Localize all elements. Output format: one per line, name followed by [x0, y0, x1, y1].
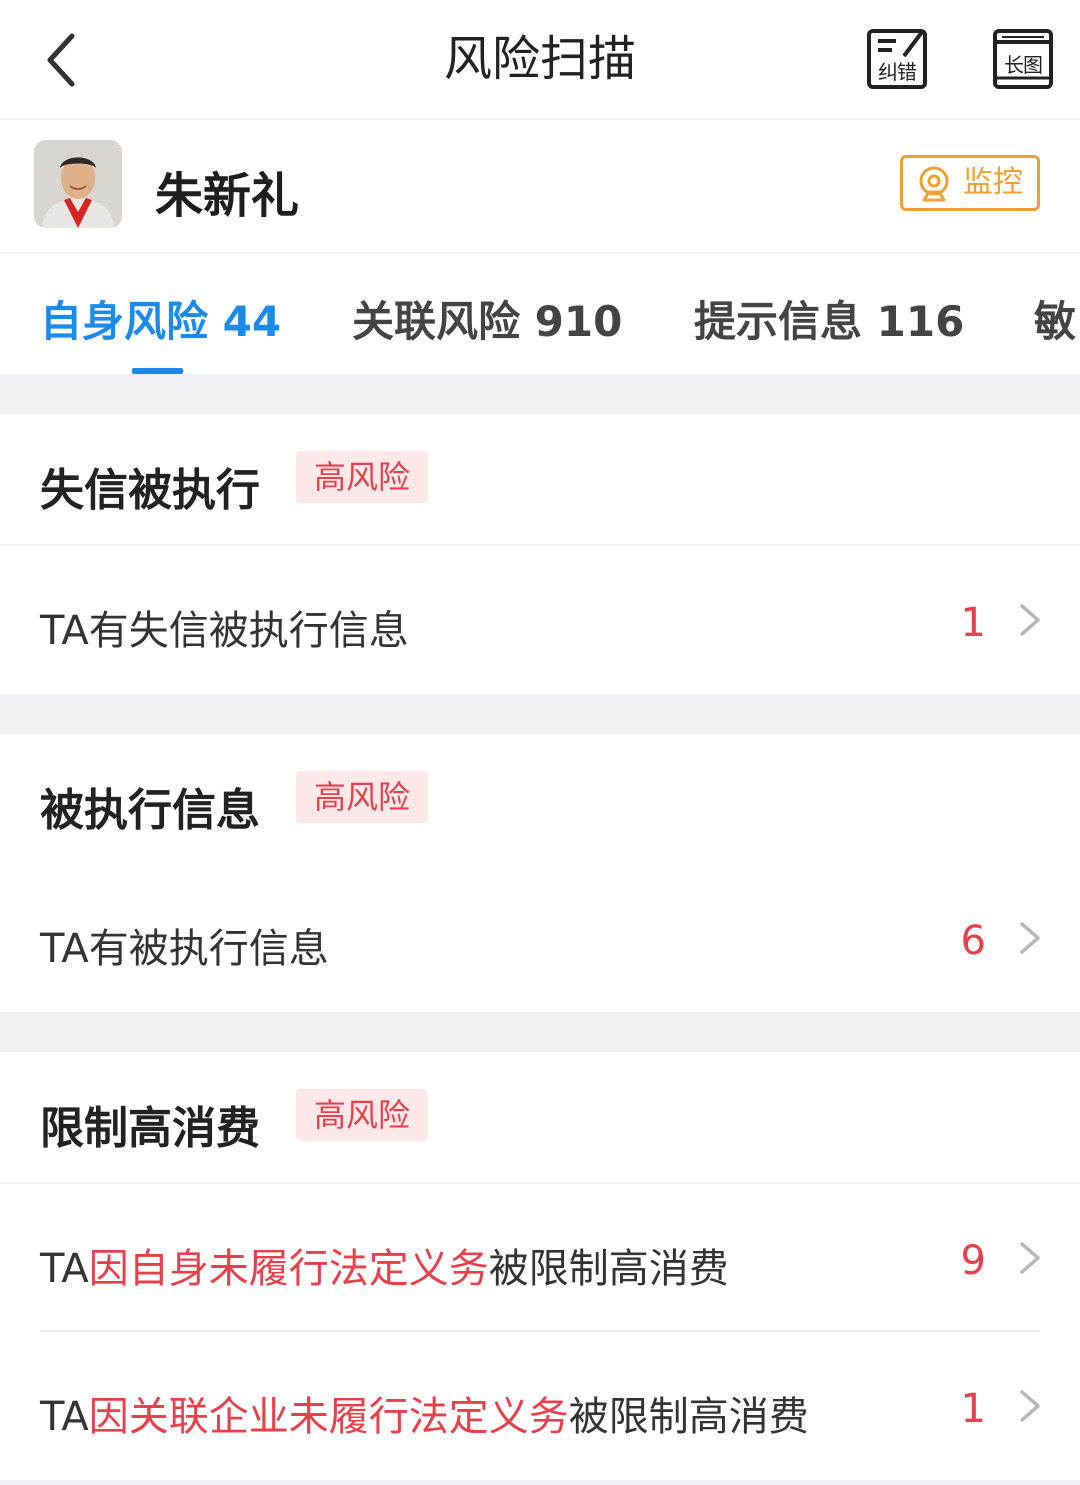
section-title: 失信被执行: [40, 465, 260, 516]
back-button[interactable]: [40, 30, 90, 90]
person-name: 朱新礼: [155, 168, 300, 224]
chevron-right-icon: [1020, 1242, 1040, 1274]
section-header: 被执行信息 高风险: [0, 734, 1080, 866]
row-text-prefix: TA: [40, 1394, 89, 1440]
high-risk-badge: 高风险: [296, 1089, 428, 1141]
tab-related-risk[interactable]: 关联风险 910: [352, 288, 622, 349]
row-count: 6: [960, 918, 986, 964]
section-gap: [0, 1480, 1080, 1485]
monitor-label: 监控: [963, 165, 1023, 200]
chevron-right-icon: [1020, 1390, 1040, 1422]
row-text-highlight: 因自身未履行法定义务: [88, 1246, 489, 1292]
correct-error-label: 纠错: [878, 60, 917, 84]
tab-hint-info[interactable]: 提示信息 116: [694, 288, 964, 349]
chevron-left-icon: [47, 33, 75, 87]
risk-category-tabs: 自身风险 44 关联风险 910 提示信息 116 敏: [0, 254, 1080, 374]
row-text-prefix: TA有失信被执行信息: [40, 608, 409, 654]
high-risk-badge: 高风险: [296, 771, 428, 823]
section-gap: [0, 694, 1080, 734]
top-navigation-bar: 风险扫描 纠错 长图: [0, 0, 1080, 120]
long-image-button[interactable]: 长图: [992, 28, 1054, 90]
section-title: 被执行信息: [40, 785, 260, 836]
correct-error-button[interactable]: 纠错: [866, 28, 928, 90]
section-title: 限制高消费: [40, 1103, 260, 1154]
row-count: 1: [960, 1386, 986, 1432]
section-gap: [0, 1012, 1080, 1052]
avatar[interactable]: [34, 140, 122, 228]
row-text: TA有被执行信息: [40, 916, 329, 974]
high-risk-badge: 高风险: [296, 451, 428, 503]
row-text-suffix: 被限制高消费: [568, 1394, 809, 1440]
monitor-button[interactable]: 监控: [900, 155, 1040, 211]
avatar-photo: [34, 140, 122, 228]
row-text: TA因关联企业未履行法定义务被限制高消费: [40, 1384, 809, 1442]
chevron-right-icon: [1020, 922, 1040, 954]
tab-sensitive-info[interactable]: 敏: [1034, 288, 1076, 349]
row-text-prefix: TA有被执行信息: [40, 926, 329, 972]
row-text-suffix: 被限制高消费: [488, 1246, 729, 1292]
list-item[interactable]: TA有被执行信息 6: [0, 864, 1080, 1012]
person-profile-bar: 朱新礼 监控: [0, 120, 1080, 254]
row-text: TA因自身未履行法定义务被限制高消费: [40, 1236, 729, 1294]
list-item[interactable]: TA有失信被执行信息 1: [0, 546, 1080, 694]
row-count: 1: [960, 600, 986, 646]
row-text-highlight: 因关联企业未履行法定义务: [88, 1394, 569, 1440]
row-text-prefix: TA: [40, 1246, 89, 1292]
list-item[interactable]: TA因自身未履行法定义务被限制高消费 9: [0, 1184, 1080, 1332]
list-item[interactable]: TA因关联企业未履行法定义务被限制高消费 1: [0, 1332, 1080, 1480]
row-count: 9: [960, 1238, 986, 1284]
section-gap: [0, 374, 1080, 414]
section-header: 限制高消费 高风险: [0, 1052, 1080, 1184]
camera-monitor-icon: [919, 166, 949, 202]
chevron-right-icon: [1020, 604, 1040, 636]
row-text: TA有失信被执行信息: [40, 598, 409, 656]
long-image-label: 长图: [1004, 53, 1043, 77]
tab-self-risk[interactable]: 自身风险 44: [40, 288, 281, 349]
section-header: 失信被执行 高风险: [0, 414, 1080, 546]
